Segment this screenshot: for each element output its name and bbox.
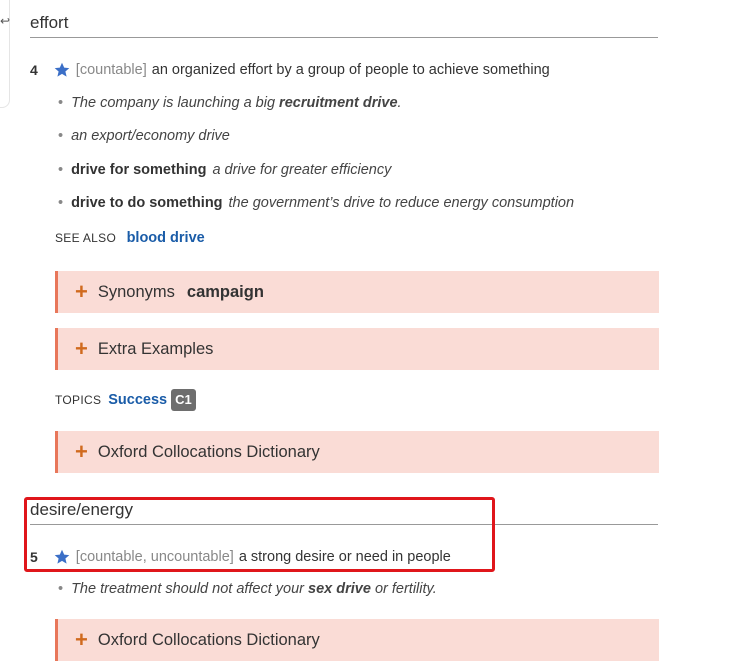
collocation-example: • drive for something a drive for greater … xyxy=(58,162,392,178)
collocation-example: • drive to do something the government’s d… xyxy=(58,195,575,211)
oxford-3000-star-icon xyxy=(54,62,70,77)
topics-label: TOPICS xyxy=(55,393,102,407)
example: • an export/economy drive xyxy=(58,128,230,144)
highlight-box xyxy=(24,497,495,572)
example: • The company is launching a big recruitm… xyxy=(58,95,402,111)
back-arrow-icon[interactable]: ↩ xyxy=(0,14,10,28)
plus-icon: + xyxy=(75,439,88,464)
topics-line: TOPICS Success C1 xyxy=(55,389,196,411)
extra-examples-box[interactable]: + Extra Examples xyxy=(55,328,659,370)
sense-number: 4 xyxy=(30,62,38,78)
synonym-word: campaign xyxy=(186,282,264,301)
plus-icon: + xyxy=(75,279,88,304)
sense-4-line: 4 [countable] an organized effort by a g… xyxy=(30,60,550,80)
topic-link[interactable]: Success xyxy=(108,390,167,410)
see-also-label: SEE ALSO xyxy=(55,231,117,245)
example: • The treatment should not affect your se… xyxy=(58,581,437,597)
extra-examples-label: Extra Examples xyxy=(97,339,214,358)
see-also-link[interactable]: blood drive xyxy=(127,230,205,246)
collocations-label: Oxford Collocations Dictionary xyxy=(97,630,320,649)
see-also: SEE ALSO blood drive xyxy=(55,228,205,248)
definition: an organized effort by a group of people… xyxy=(151,62,550,78)
collocations-box[interactable]: + Oxford Collocations Dictionary xyxy=(55,431,659,473)
collocations-label: Oxford Collocations Dictionary xyxy=(97,442,320,461)
plus-icon: + xyxy=(75,336,88,361)
collocations-box[interactable]: + Oxford Collocations Dictionary xyxy=(55,619,659,661)
grammar-label: [countable] xyxy=(75,62,147,78)
shortcut-heading-effort: effort xyxy=(30,12,658,38)
synonyms-label: Synonyms xyxy=(97,282,175,301)
synonyms-box[interactable]: + Synonyms campaign xyxy=(55,271,659,313)
level-badge: C1 xyxy=(171,389,196,411)
plus-icon: + xyxy=(75,627,88,652)
